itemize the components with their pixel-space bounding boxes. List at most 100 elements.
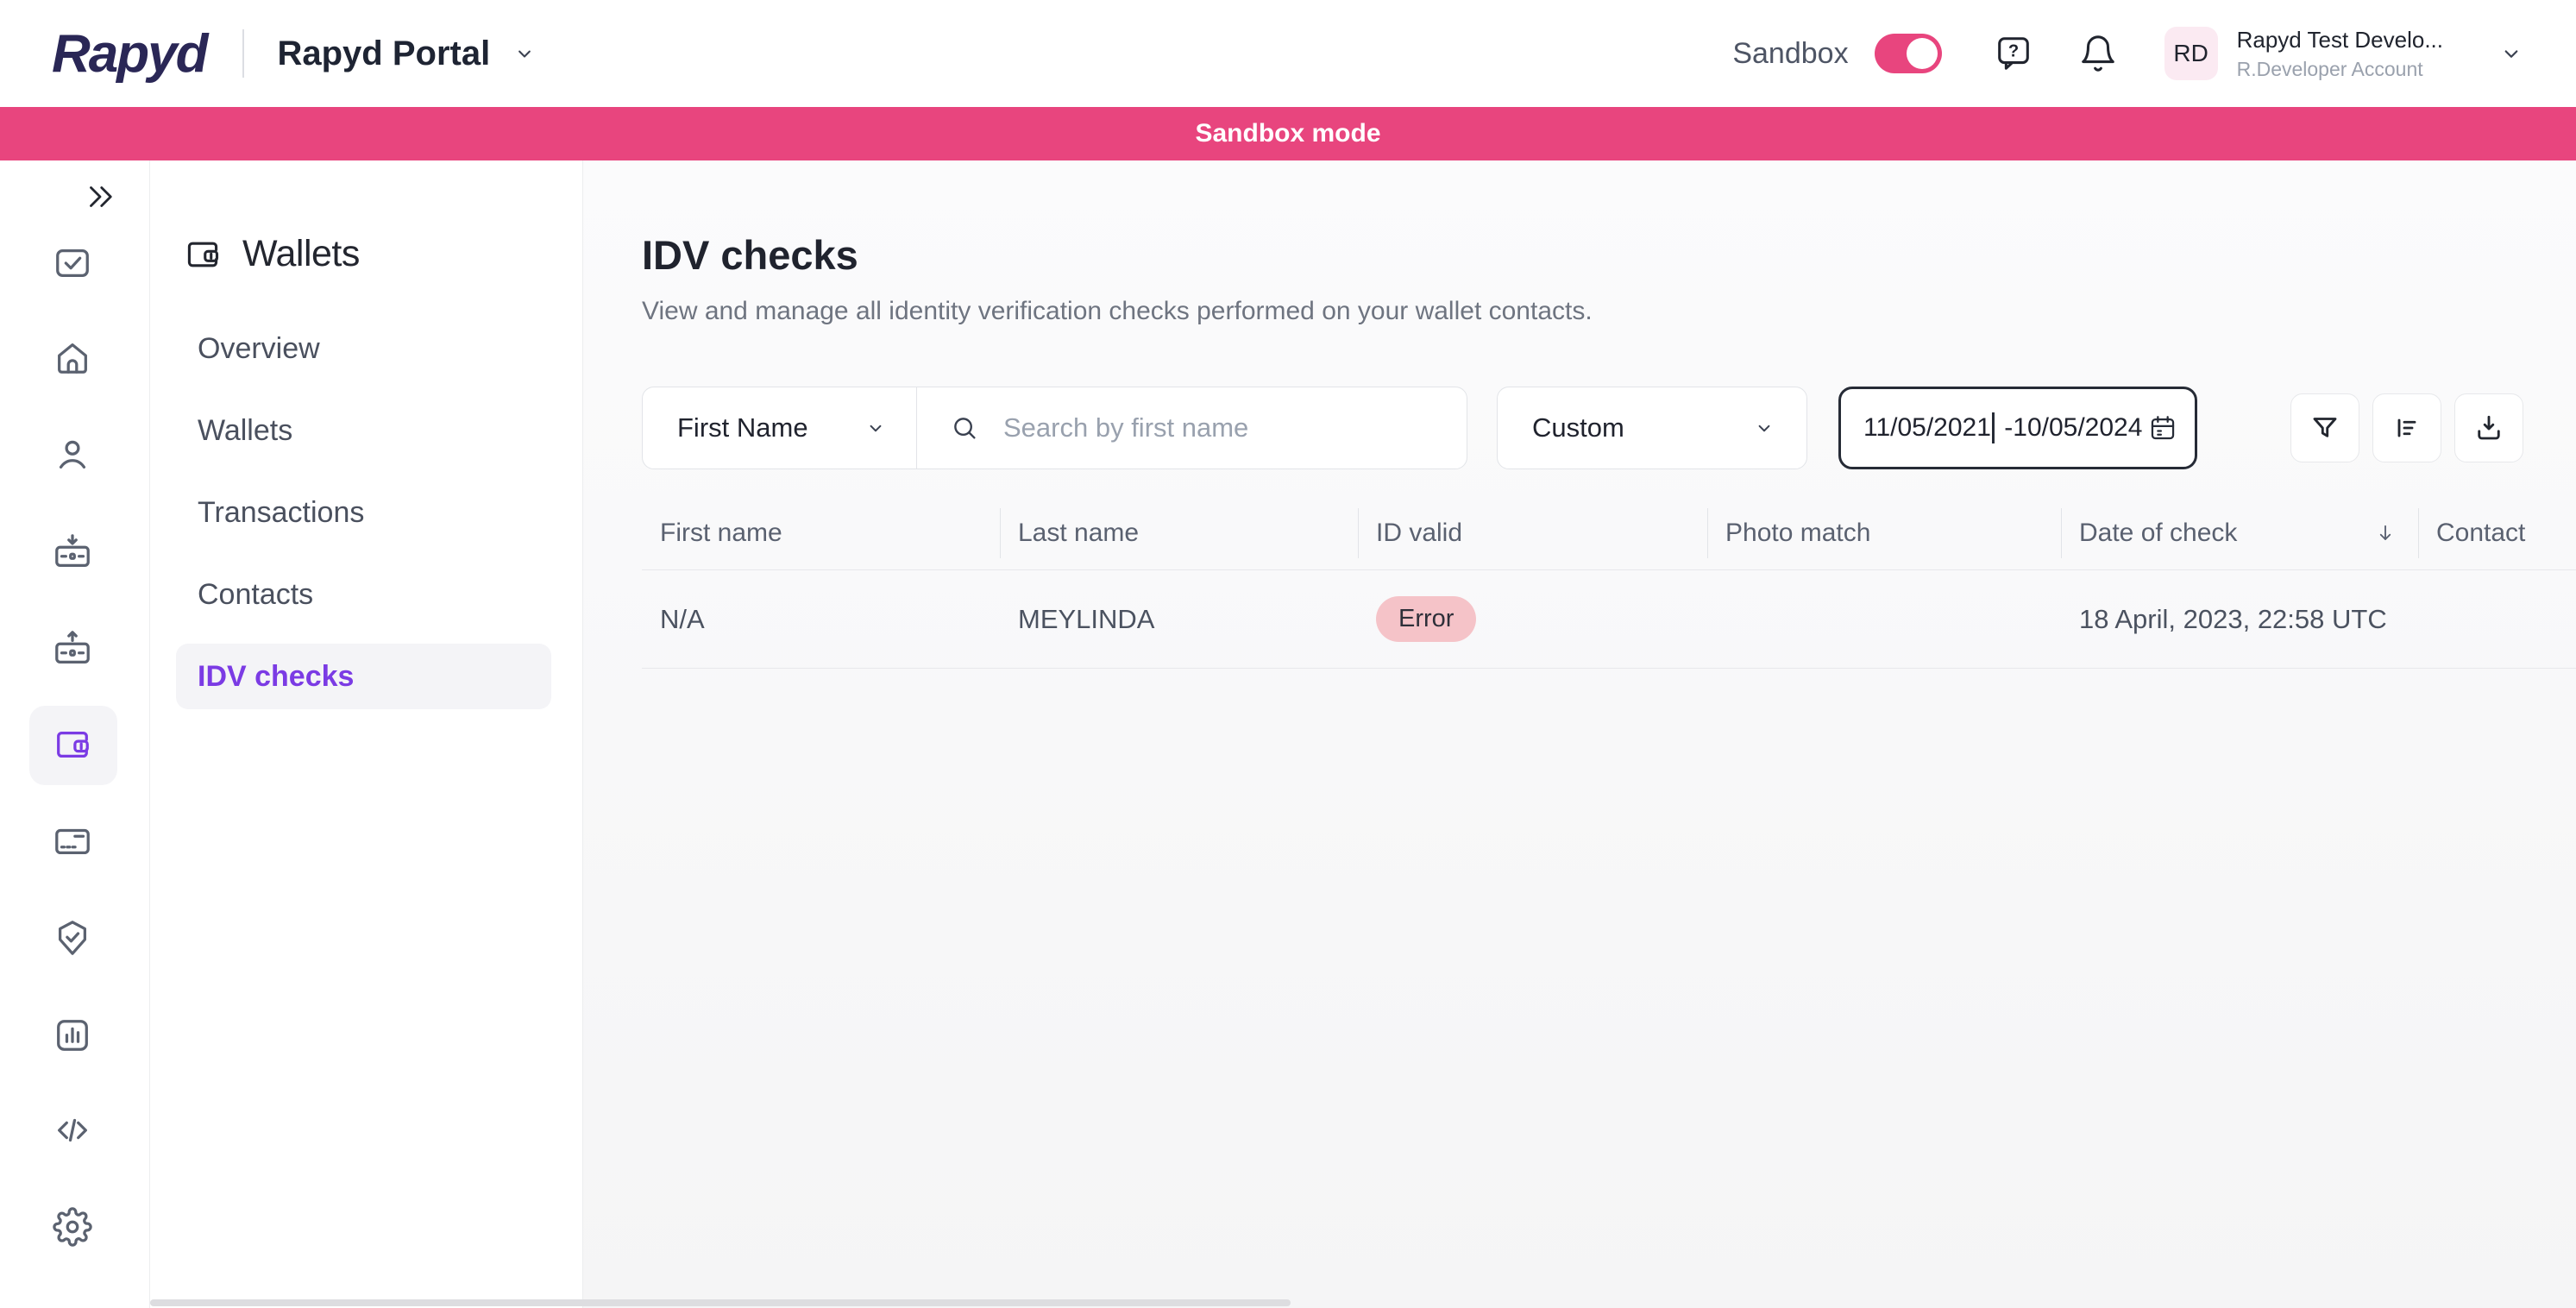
search-field-dropdown[interactable]: First Name bbox=[643, 387, 917, 468]
rail-item-reports[interactable] bbox=[48, 1011, 97, 1060]
sidebar-item-transactions[interactable]: Transactions bbox=[176, 480, 551, 545]
sandbox-label: Sandbox bbox=[1732, 37, 1848, 71]
filter-button[interactable] bbox=[2290, 393, 2359, 462]
account-subtitle: R.Developer Account bbox=[2237, 58, 2443, 81]
sort-button[interactable] bbox=[2372, 393, 2441, 462]
code-icon bbox=[53, 1110, 92, 1150]
wallets-sidebar: Wallets Overview Wallets Transactions Co… bbox=[150, 160, 583, 1308]
date-range-input[interactable]: 11/05/2021 - 10/05/2024 bbox=[1838, 387, 2197, 469]
payin-card-icon bbox=[53, 532, 92, 572]
download-icon bbox=[2473, 412, 2504, 443]
funnel-icon bbox=[2309, 412, 2340, 443]
sandbox-toggle[interactable] bbox=[1875, 34, 1942, 73]
wallet-icon bbox=[53, 725, 92, 764]
column-header-contact[interactable]: Contact bbox=[2418, 508, 2576, 558]
sidebar-item-label: Contacts bbox=[198, 578, 313, 612]
download-button[interactable] bbox=[2454, 393, 2523, 462]
search-icon bbox=[950, 413, 979, 443]
portal-label: Rapyd Portal bbox=[277, 35, 490, 73]
rail-item-tasks[interactable] bbox=[48, 239, 97, 287]
rail-item-wallets[interactable] bbox=[48, 720, 97, 769]
rail-item-issuing[interactable] bbox=[48, 817, 97, 865]
sort-desc-arrow-icon[interactable] bbox=[2373, 521, 2397, 545]
svg-text:?: ? bbox=[2007, 41, 2018, 60]
column-label: First name bbox=[660, 519, 782, 548]
column-label: Last name bbox=[1018, 519, 1139, 548]
column-header-last-name[interactable]: Last name bbox=[1000, 508, 1358, 558]
date-range-text: 11/05/2021 - 10/05/2024 bbox=[1863, 412, 2143, 443]
rail-item-clients[interactable] bbox=[48, 431, 97, 479]
rapyd-logo: Rapyd bbox=[52, 23, 206, 85]
expand-sidebar-button[interactable] bbox=[76, 173, 124, 221]
double-chevron-right-icon bbox=[82, 179, 118, 215]
chevron-down-icon bbox=[1753, 417, 1775, 439]
sandbox-mode-label: Sandbox mode bbox=[1195, 119, 1380, 148]
date-range-value: Custom bbox=[1532, 412, 1624, 443]
column-header-id-valid[interactable]: ID valid bbox=[1358, 508, 1707, 558]
search-box bbox=[917, 387, 1467, 468]
date-start: 11/05/2021 bbox=[1863, 413, 1991, 443]
sandbox-mode-banner: Sandbox mode bbox=[0, 107, 2576, 160]
payout-card-icon bbox=[53, 629, 92, 669]
rail-item-developers[interactable] bbox=[48, 1106, 97, 1154]
portal-switcher[interactable]: Rapyd Portal bbox=[277, 35, 537, 73]
horizontal-scrollbar[interactable] bbox=[150, 1299, 1291, 1306]
account-menu-chevron[interactable] bbox=[2498, 41, 2524, 66]
filter-row: First Name Custom 11/05/2021 bbox=[642, 387, 2523, 469]
account-meta: Rapyd Test Develo... R.Developer Account bbox=[2237, 27, 2443, 81]
table-header-row: First name Last name ID valid Photo matc… bbox=[642, 496, 2576, 570]
column-header-photo-match[interactable]: Photo match bbox=[1707, 508, 2061, 558]
date-end: 10/05/2024 bbox=[2013, 413, 2142, 443]
sidebar-nav: Overview Wallets Transactions Contacts I… bbox=[176, 316, 551, 726]
date-separator: - bbox=[2004, 413, 2013, 443]
search-input[interactable] bbox=[1003, 412, 1441, 443]
avatar[interactable]: RD bbox=[2164, 27, 2218, 80]
rail-item-verify[interactable] bbox=[48, 914, 97, 962]
avatar-initials: RD bbox=[2173, 40, 2208, 67]
column-label: ID valid bbox=[1376, 519, 1462, 548]
check-square-icon bbox=[53, 243, 92, 283]
icon-rail bbox=[0, 160, 150, 1308]
chevron-down-icon bbox=[512, 41, 537, 66]
sidebar-item-label: Overview bbox=[198, 332, 320, 366]
date-range-dropdown[interactable]: Custom bbox=[1497, 387, 1807, 469]
rail-item-home[interactable] bbox=[48, 334, 97, 382]
table-row[interactable]: N/A MEYLINDA Error 18 April, 2023, 22:58… bbox=[642, 570, 2576, 669]
rail-item-settings[interactable] bbox=[48, 1203, 97, 1251]
column-header-date-of-check[interactable]: Date of check bbox=[2061, 508, 2418, 558]
status-badge: Error bbox=[1376, 596, 1476, 642]
shield-check-icon bbox=[53, 918, 92, 958]
column-label: Contact bbox=[2436, 519, 2525, 548]
account-name: Rapyd Test Develo... bbox=[2237, 27, 2443, 53]
sidebar-title: Wallets bbox=[242, 233, 360, 275]
sidebar-header: Wallets bbox=[184, 233, 360, 275]
cell-last-name: MEYLINDA bbox=[1000, 604, 1358, 635]
rail-item-disburse[interactable] bbox=[48, 625, 97, 673]
sidebar-item-contacts[interactable]: Contacts bbox=[176, 562, 551, 627]
cell-first-name: N/A bbox=[642, 604, 1000, 635]
notifications-button[interactable] bbox=[2078, 34, 2118, 73]
column-header-first-name[interactable]: First name bbox=[642, 508, 1000, 558]
search-field-value: First Name bbox=[677, 412, 808, 443]
sort-icon bbox=[2391, 412, 2422, 443]
column-label: Date of check bbox=[2079, 519, 2237, 548]
logo-divider bbox=[242, 29, 244, 78]
sidebar-item-label: IDV checks bbox=[198, 660, 354, 694]
sidebar-item-label: Wallets bbox=[198, 414, 292, 448]
sidebar-item-idv-checks[interactable]: IDV checks bbox=[176, 644, 551, 709]
page-subtitle: View and manage all identity verificatio… bbox=[642, 297, 1593, 326]
topbar-right: Sandbox ? RD Rapyd Test Develo... R.Deve… bbox=[1732, 27, 2524, 81]
rail-item-collect[interactable] bbox=[48, 528, 97, 576]
toggle-knob bbox=[1907, 38, 1938, 69]
text-cursor bbox=[1992, 412, 1995, 443]
home-icon bbox=[53, 338, 92, 378]
chevron-down-icon bbox=[864, 417, 887, 439]
sidebar-item-overview[interactable]: Overview bbox=[176, 316, 551, 381]
column-label: Photo match bbox=[1725, 519, 1870, 548]
card-icon bbox=[53, 821, 92, 861]
help-button[interactable]: ? bbox=[1994, 34, 2033, 73]
table-actions bbox=[2290, 393, 2523, 462]
top-bar: Rapyd Rapyd Portal Sandbox ? RD Rapyd Te… bbox=[0, 0, 2576, 107]
sidebar-item-wallets[interactable]: Wallets bbox=[176, 398, 551, 463]
idv-checks-table: First name Last name ID valid Photo matc… bbox=[642, 496, 2576, 669]
